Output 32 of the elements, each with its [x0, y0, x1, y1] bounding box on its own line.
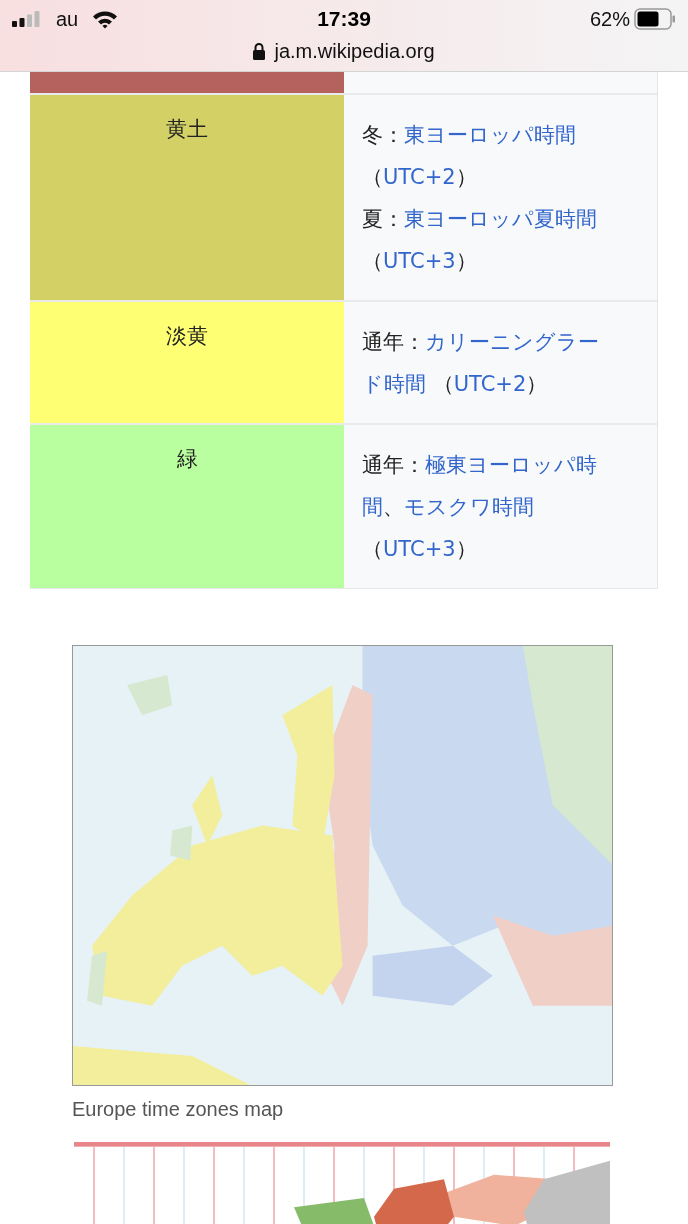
link[interactable]: 極東ヨーロッパ時 [425, 453, 597, 477]
cell-text: （UTC+3） [362, 536, 478, 563]
link[interactable]: モスクワ時間 [404, 495, 534, 519]
cell-text: 間、モスクワ時間 [362, 494, 535, 521]
cell-text: （UTC+3） [362, 248, 478, 275]
battery-percentage: 62% [589, 7, 630, 31]
clock-time: 17:39 [317, 7, 371, 31]
link[interactable]: UTC+3 [383, 249, 456, 273]
link[interactable]: UTC+2 [453, 372, 527, 396]
battery-icon [634, 8, 676, 30]
cell-text: 通年：極東ヨーロッパ時 [362, 452, 598, 479]
cell-text: 冬：東ヨーロッパ時間 [362, 122, 577, 149]
color-label: 淡黄 [166, 323, 208, 350]
link[interactable]: UTC+3 [383, 537, 456, 561]
link[interactable]: カリーニングラー [425, 330, 599, 354]
color-label: 緑 [176, 446, 198, 473]
link[interactable]: 東ヨーロッパ時間 [404, 123, 576, 147]
wifi-icon [92, 9, 119, 29]
carrier-name: au [56, 7, 79, 31]
color-label: 黄土 [166, 116, 208, 143]
cell-text: （UTC+2） [362, 164, 478, 191]
link[interactable]: UTC+2 [383, 165, 456, 189]
cell-text: 夏：東ヨーロッパ夏時間 [362, 206, 598, 233]
lock-icon [253, 42, 266, 60]
cell-text: 通年：カリーニングラー [362, 329, 600, 356]
link[interactable]: 間 [362, 495, 383, 519]
cell-text: ド時間 （UTC+2） [362, 371, 549, 398]
figure-caption: Europe time zones map [72, 1098, 285, 1121]
url-text[interactable]: ja.m.wikipedia.org [274, 39, 435, 63]
signal-icon [12, 11, 42, 27]
link[interactable]: 東ヨーロッパ夏時間 [404, 207, 597, 231]
link[interactable]: ド時間 [362, 372, 426, 396]
